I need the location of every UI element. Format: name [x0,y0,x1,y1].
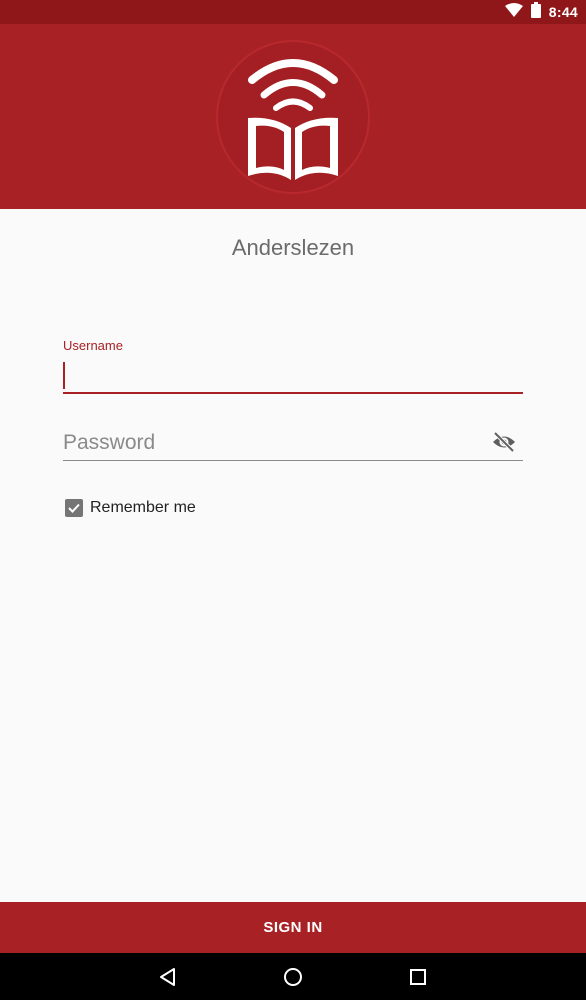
password-underline [63,460,523,461]
status-bar: 8:44 [0,0,586,24]
app-title: Anderslezen [231,235,355,260]
remember-me-label: Remember me [90,499,196,516]
status-icons: 8:44 [504,0,578,24]
battery-icon [530,1,541,23]
remember-me-checkbox[interactable]: Remember me [65,498,196,518]
back-icon[interactable] [154,963,182,991]
password-input[interactable] [63,426,483,459]
checkbox-checked-icon[interactable] [65,499,83,517]
sign-in-button[interactable]: SIGN IN [0,902,586,953]
login-screen: 8:44 Anderslezen Username Remember me SI… [0,0,586,1000]
home-icon[interactable] [279,963,307,991]
username-input[interactable] [63,358,523,394]
navigation-bar [0,953,586,1000]
recents-icon[interactable] [404,963,432,991]
text-cursor [63,362,65,389]
wireless-book-logo-icon [216,40,370,194]
status-time: 8:44 [548,4,578,20]
username-label: Username [63,338,123,353]
wifi-icon [504,2,523,22]
visibility-off-icon[interactable] [490,428,518,456]
header [0,24,586,209]
